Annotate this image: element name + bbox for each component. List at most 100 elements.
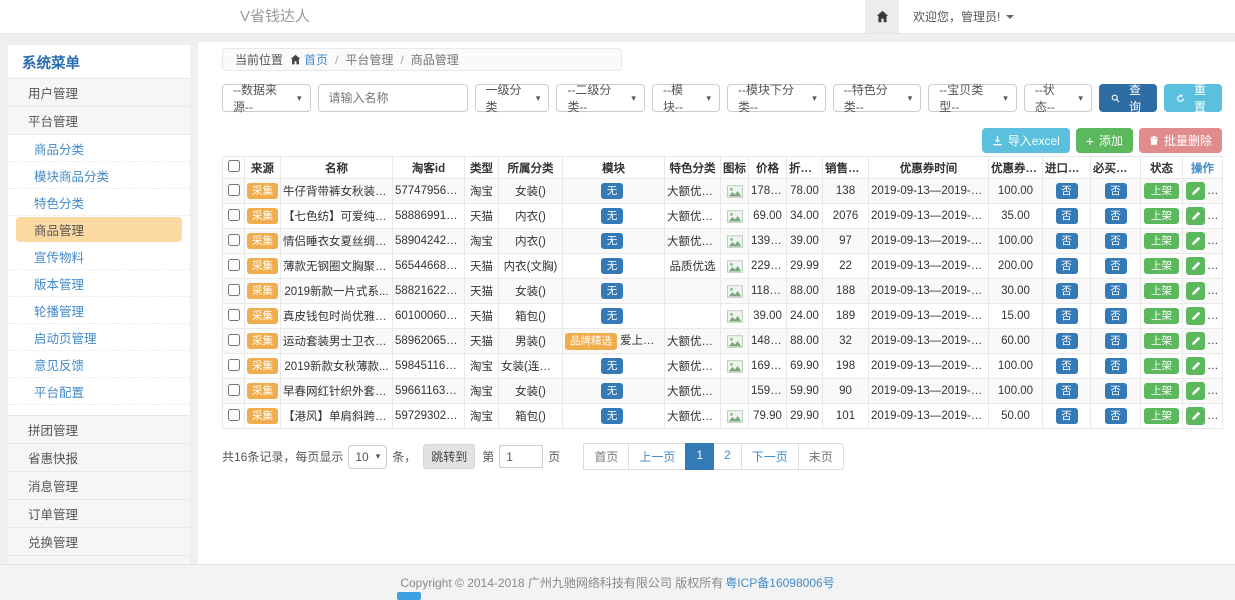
icp-link[interactable]: 粤ICP备16098006号 (725, 574, 834, 591)
sidebar-item[interactable]: 平台配置 (8, 378, 190, 405)
must-buy-badge[interactable]: 否 (1105, 283, 1127, 300)
per-page-select[interactable]: 10▾ (348, 445, 387, 469)
import-select-badge[interactable]: 否 (1056, 333, 1078, 350)
edit-button[interactable] (1186, 282, 1205, 300)
import-select-badge[interactable]: 否 (1056, 258, 1078, 275)
reset-button[interactable]: 重置 (1164, 84, 1222, 112)
home-button[interactable] (865, 0, 899, 33)
status-badge[interactable]: 上架 (1144, 333, 1179, 350)
must-buy-badge[interactable]: 否 (1105, 408, 1127, 425)
sidebar-item[interactable]: 用户管理 (8, 78, 190, 107)
filter-select[interactable]: 一级分类▾ (475, 84, 550, 112)
filter-select[interactable]: --状态--▾ (1024, 84, 1092, 112)
import-excel-button[interactable]: 导入excel (982, 128, 1070, 153)
sidebar-item[interactable]: 商品分类 (8, 135, 190, 162)
must-buy-badge[interactable]: 否 (1105, 183, 1127, 200)
edit-button[interactable] (1186, 232, 1205, 250)
must-buy-badge[interactable]: 否 (1105, 333, 1127, 350)
column-header: 状态 (1141, 157, 1183, 179)
sidebar-item[interactable]: 特色分类 (8, 189, 190, 216)
sidebar-item[interactable]: 模块商品分类 (8, 162, 190, 189)
sidebar-item[interactable]: 平台管理 (8, 106, 190, 135)
import-select-badge[interactable]: 否 (1056, 183, 1078, 200)
status-badge[interactable]: 上架 (1144, 208, 1179, 225)
edit-button[interactable] (1186, 257, 1205, 275)
import-select-badge[interactable]: 否 (1056, 408, 1078, 425)
status-badge[interactable]: 上架 (1144, 233, 1179, 250)
pagination-button[interactable]: 末页 (798, 443, 844, 470)
pagination-button[interactable]: 下一页 (741, 443, 799, 470)
name-search-input[interactable] (318, 84, 468, 112)
import-select-badge[interactable]: 否 (1056, 308, 1078, 325)
select-all-checkbox[interactable] (228, 160, 240, 172)
must-buy-badge[interactable]: 否 (1105, 308, 1127, 325)
row-checkbox[interactable] (228, 209, 240, 221)
search-button[interactable]: 查询 (1099, 84, 1157, 112)
edit-button[interactable] (1186, 332, 1205, 350)
edit-button[interactable] (1186, 407, 1205, 425)
must-buy-badge[interactable]: 否 (1105, 358, 1127, 375)
status-badge[interactable]: 上架 (1144, 408, 1179, 425)
row-checkbox[interactable] (228, 409, 240, 421)
import-select-badge[interactable]: 否 (1056, 233, 1078, 250)
must-buy-badge[interactable]: 否 (1105, 383, 1127, 400)
row-checkbox[interactable] (228, 234, 240, 246)
sidebar-item[interactable]: 商品管理 (16, 217, 182, 242)
status-badge[interactable]: 上架 (1144, 258, 1179, 275)
sidebar-item[interactable]: 兑换管理 (8, 527, 190, 556)
import-select-badge[interactable]: 否 (1056, 283, 1078, 300)
sidebar-item[interactable]: 省惠快报 (8, 443, 190, 472)
sidebar-item[interactable]: 消息管理 (8, 471, 190, 500)
import-select-badge[interactable]: 否 (1056, 208, 1078, 225)
coupon-amount: 35.00 (989, 204, 1043, 229)
edit-button[interactable] (1186, 182, 1205, 200)
edit-button[interactable] (1186, 207, 1205, 225)
pagination-button[interactable]: 1 (685, 443, 714, 470)
row-checkbox[interactable] (228, 334, 240, 346)
row-checkbox[interactable] (228, 284, 240, 296)
pagination-button[interactable]: 2 (713, 443, 742, 470)
price: 178.00 (749, 179, 787, 204)
filter-select[interactable]: --宝贝类型--▾ (928, 84, 1017, 112)
sidebar-item[interactable]: 轮播管理 (8, 297, 190, 324)
page-number-input[interactable] (499, 445, 543, 468)
import-select-badge[interactable]: 否 (1056, 383, 1078, 400)
row-checkbox[interactable] (228, 309, 240, 321)
sidebar-item-label: 轮播管理 (34, 301, 84, 320)
status-badge[interactable]: 上架 (1144, 183, 1179, 200)
status-badge[interactable]: 上架 (1144, 358, 1179, 375)
breadcrumb-home-link[interactable]: 首页 (290, 51, 328, 68)
row-checkbox[interactable] (228, 384, 240, 396)
user-menu[interactable]: 欢迎您，管理员! (913, 8, 1014, 25)
status-badge[interactable]: 上架 (1144, 283, 1179, 300)
must-buy-badge[interactable]: 否 (1105, 208, 1127, 225)
edit-button[interactable] (1186, 382, 1205, 400)
must-buy-badge[interactable]: 否 (1105, 233, 1127, 250)
import-select-badge[interactable]: 否 (1056, 358, 1078, 375)
batch-delete-button[interactable]: 批量删除 (1139, 128, 1222, 153)
pagination-button[interactable]: 上一页 (628, 443, 686, 470)
filter-select[interactable]: --模块下分类--▾ (727, 84, 826, 112)
status-badge[interactable]: 上架 (1144, 308, 1179, 325)
sidebar-item[interactable]: 启动页管理 (8, 324, 190, 351)
breadcrumb: 当前位置 首页 / 平台管理 / 商品管理 (222, 48, 622, 71)
edit-button[interactable] (1186, 357, 1205, 375)
sidebar-item[interactable]: 意见反馈 (8, 351, 190, 378)
row-checkbox[interactable] (228, 359, 240, 371)
filter-select[interactable]: --特色分类--▾ (833, 84, 922, 112)
pagination-button[interactable]: 首页 (583, 443, 629, 470)
sidebar-item[interactable]: 拼团管理 (8, 415, 190, 444)
row-checkbox[interactable] (228, 259, 240, 271)
status-badge[interactable]: 上架 (1144, 383, 1179, 400)
sidebar-item[interactable]: 版本管理 (8, 270, 190, 297)
jump-button[interactable]: 跳转到 (423, 444, 475, 469)
filter-select[interactable]: --模块--▾ (652, 84, 720, 112)
row-checkbox[interactable] (228, 184, 240, 196)
filter-select[interactable]: --二级分类--▾ (556, 84, 645, 112)
edit-button[interactable] (1186, 307, 1205, 325)
must-buy-badge[interactable]: 否 (1105, 258, 1127, 275)
add-button[interactable]: + 添加 (1076, 128, 1133, 153)
sidebar-item[interactable]: 宣传物料 (8, 243, 190, 270)
sidebar-item[interactable]: 订单管理 (8, 499, 190, 528)
data-source-select[interactable]: --数据来源--▾ (222, 84, 311, 112)
